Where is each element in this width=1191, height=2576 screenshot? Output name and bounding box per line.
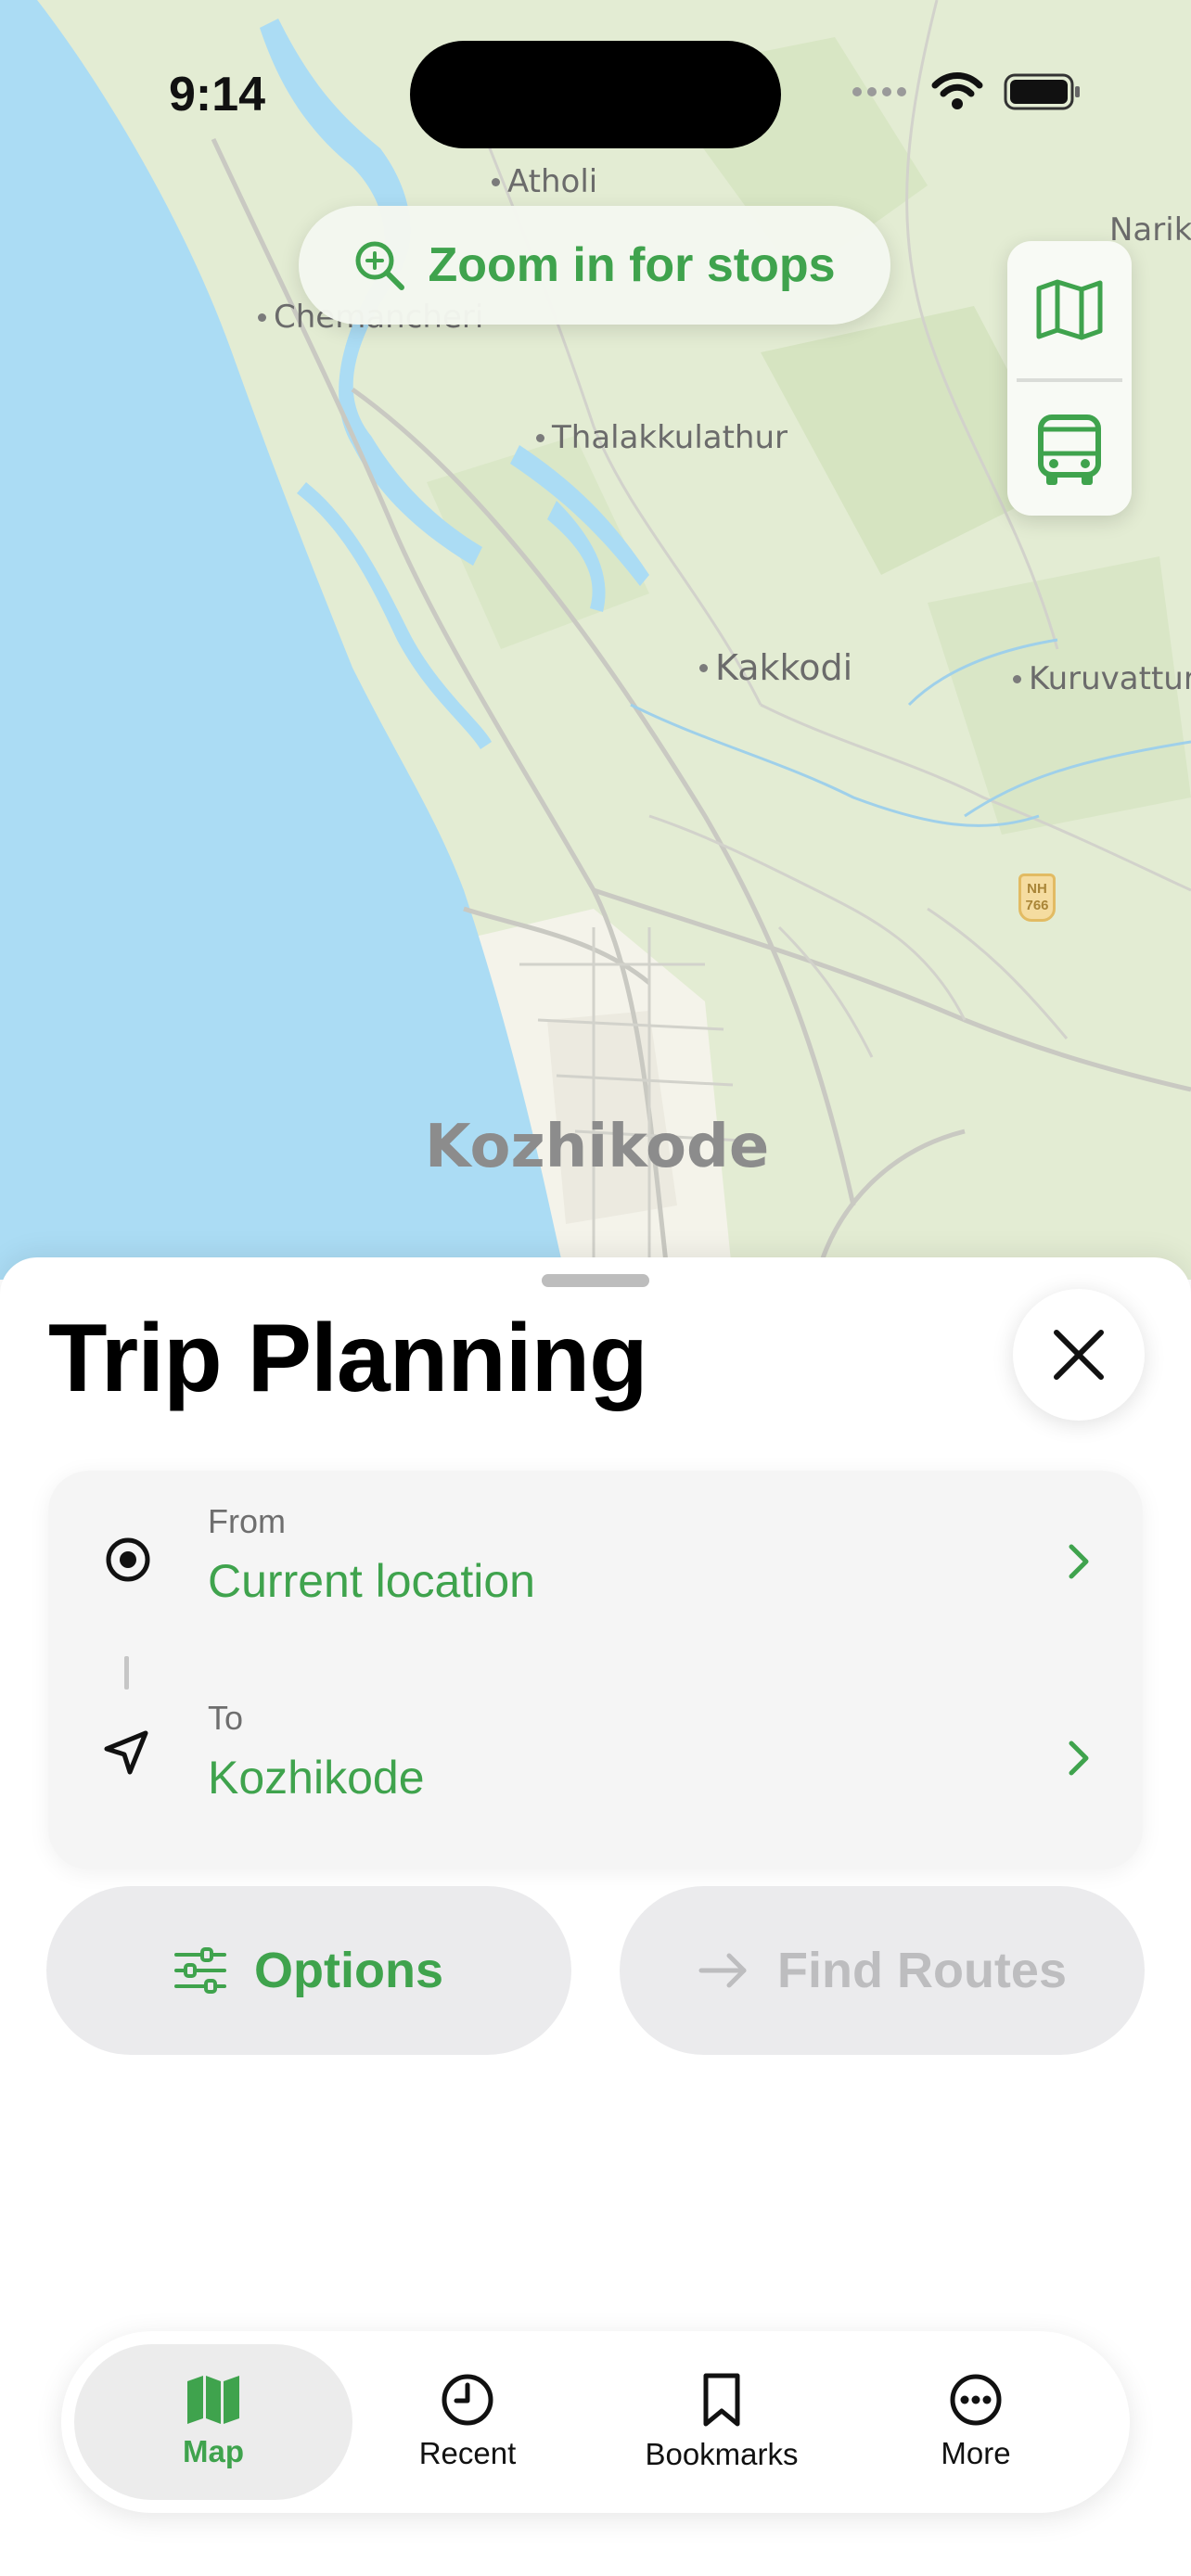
map-icon <box>1036 279 1103 340</box>
options-label: Options <box>254 1943 443 1998</box>
tab-label: Recent <box>418 2436 517 2470</box>
place-dot <box>1013 674 1021 683</box>
highway-shield-nh766: NH 766 <box>1018 874 1056 922</box>
arrow-right-icon <box>698 1953 747 1988</box>
close-icon <box>1054 1330 1104 1380</box>
tab-bar: Map Recent Bookmarks More <box>61 2331 1130 2513</box>
location-arrow-icon <box>104 1730 148 1775</box>
place-label-narikkuni: Narikkuni <box>1109 211 1191 249</box>
place-label-kakkodi: Kakkodi <box>699 647 852 688</box>
to-label: To <box>208 1699 244 1737</box>
sheet-title: Trip Planning <box>48 1305 648 1412</box>
place-label-thalakkulathur: Thalakkulathur <box>536 419 788 456</box>
city-label: Kozhikode <box>425 1113 770 1181</box>
close-button[interactable] <box>1013 1289 1145 1421</box>
tab-bookmarks[interactable]: Bookmarks <box>583 2344 861 2500</box>
chevron-right-icon <box>1069 1741 1089 1776</box>
zoom-in-icon <box>355 241 405 290</box>
tab-label: More <box>941 2436 1011 2470</box>
map-style-button[interactable] <box>1007 241 1132 378</box>
sliders-icon <box>174 1947 226 1994</box>
options-button[interactable]: Options <box>46 1886 571 2055</box>
battery-icon <box>1004 73 1080 110</box>
map-icon <box>187 2376 239 2424</box>
to-row[interactable]: To Kozhikode <box>48 1686 1143 1834</box>
zoom-hint-text: Zoom in for stops <box>428 238 836 292</box>
map-view[interactable]: Atholi Chemancheri Narikkuni Thalakkulat… <box>0 0 1191 1280</box>
from-row[interactable]: From Current location <box>48 1489 1143 1638</box>
current-location-icon <box>106 1537 150 1582</box>
bookmark-icon <box>703 2373 740 2427</box>
place-dot <box>492 177 500 186</box>
to-value: Kozhikode <box>208 1752 425 1804</box>
zoom-hint-pill[interactable]: Zoom in for stops <box>299 206 890 325</box>
place-dot <box>536 433 544 442</box>
sheet-grabber[interactable] <box>542 1274 649 1287</box>
place-label-kuruvattur: Kuruvattur <box>1013 660 1191 697</box>
chevron-right-icon <box>1069 1544 1089 1579</box>
tab-label: Bookmarks <box>645 2437 799 2471</box>
tab-label: Map <box>183 2434 244 2468</box>
route-connector <box>124 1656 129 1690</box>
clock-icon <box>442 2374 493 2426</box>
find-routes-button[interactable]: Find Routes <box>620 1886 1145 2055</box>
place-dot <box>699 663 708 672</box>
signal-dots-icon <box>852 87 906 96</box>
more-icon <box>950 2374 1002 2426</box>
find-routes-label: Find Routes <box>777 1943 1067 1998</box>
place-label-atholi: Atholi <box>492 163 597 200</box>
wifi-icon <box>931 72 983 109</box>
transit-stops-button[interactable] <box>1007 382 1132 516</box>
place-dot <box>258 312 266 322</box>
status-time: 9:14 <box>169 68 266 121</box>
from-label: From <box>208 1502 286 1540</box>
dynamic-island <box>410 41 781 148</box>
from-value: Current location <box>208 1555 535 1607</box>
tab-recent[interactable]: Recent <box>328 2344 607 2500</box>
tab-more[interactable]: More <box>837 2344 1115 2500</box>
tab-map[interactable]: Map <box>74 2344 352 2500</box>
status-icons <box>852 72 1082 111</box>
bus-icon <box>1038 414 1101 485</box>
route-card: From Current location To Kozhikode <box>48 1471 1143 1869</box>
map-controls <box>1007 241 1132 516</box>
